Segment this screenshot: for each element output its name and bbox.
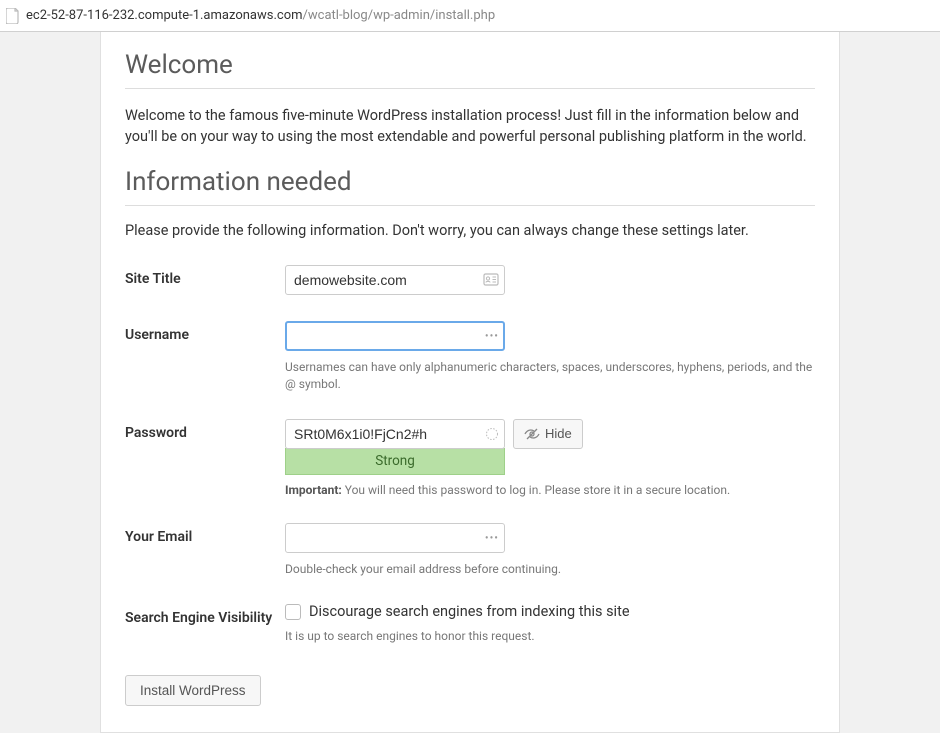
info-heading: Information needed — [125, 167, 815, 197]
document-icon — [6, 8, 20, 24]
visibility-help: It is up to search engines to honor this… — [285, 628, 815, 645]
row-username: Username ••• Usernames can have only alp… — [125, 321, 815, 393]
contact-card-icon — [483, 273, 499, 287]
welcome-heading: Welcome — [125, 50, 815, 80]
divider — [125, 205, 815, 206]
visibility-checkbox-row[interactable]: Discourage search engines from indexing … — [285, 603, 815, 620]
hide-password-button[interactable]: Hide — [513, 419, 583, 449]
install-wordpress-button[interactable]: Install WordPress — [125, 675, 261, 706]
password-input[interactable] — [285, 419, 505, 449]
label-username: Username — [125, 321, 285, 343]
browser-url-bar: ec2-52-87-116-232.compute-1.amazonaws.co… — [0, 0, 940, 32]
site-title-input[interactable] — [285, 265, 505, 295]
label-site-title: Site Title — [125, 265, 285, 287]
username-help: Usernames can have only alphanumeric cha… — [285, 359, 815, 393]
label-visibility: Search Engine Visibility — [125, 603, 285, 627]
visibility-checkbox[interactable] — [285, 604, 301, 620]
key-dots-icon: ••• — [485, 330, 499, 343]
username-input[interactable] — [285, 321, 505, 351]
row-visibility: Search Engine Visibility Discourage sear… — [125, 603, 815, 645]
url-path: /wcatl-blog/wp-admin/install.php — [303, 8, 496, 23]
divider — [125, 88, 815, 89]
label-email: Your Email — [125, 523, 285, 545]
row-email: Your Email ••• Double-check your email a… — [125, 523, 815, 578]
install-card: Welcome Welcome to the famous five-minut… — [100, 32, 840, 733]
page-background: Welcome Welcome to the famous five-minut… — [0, 32, 940, 733]
row-password: Password Hide St — [125, 419, 815, 497]
email-input[interactable] — [285, 523, 505, 553]
important-text: You will need this password to log in. P… — [342, 483, 730, 497]
row-site-title: Site Title — [125, 265, 815, 295]
password-important: Important: You will need this password t… — [285, 483, 815, 497]
welcome-text: Welcome to the famous five-minute WordPr… — [125, 105, 815, 147]
key-dots-icon: ••• — [485, 531, 499, 544]
info-text: Please provide the following information… — [125, 222, 815, 239]
url-host: ec2-52-87-116-232.compute-1.amazonaws.co… — [26, 8, 303, 23]
password-strength-bar: Strong — [285, 448, 505, 475]
password-circle-icon — [485, 427, 499, 441]
label-password: Password — [125, 419, 285, 441]
visibility-checkbox-label: Discourage search engines from indexing … — [309, 603, 630, 620]
hide-button-label: Hide — [545, 426, 572, 441]
email-help: Double-check your email address before c… — [285, 561, 815, 578]
url-text[interactable]: ec2-52-87-116-232.compute-1.amazonaws.co… — [26, 8, 495, 23]
important-label: Important: — [285, 483, 342, 497]
eye-slash-icon — [524, 427, 540, 441]
